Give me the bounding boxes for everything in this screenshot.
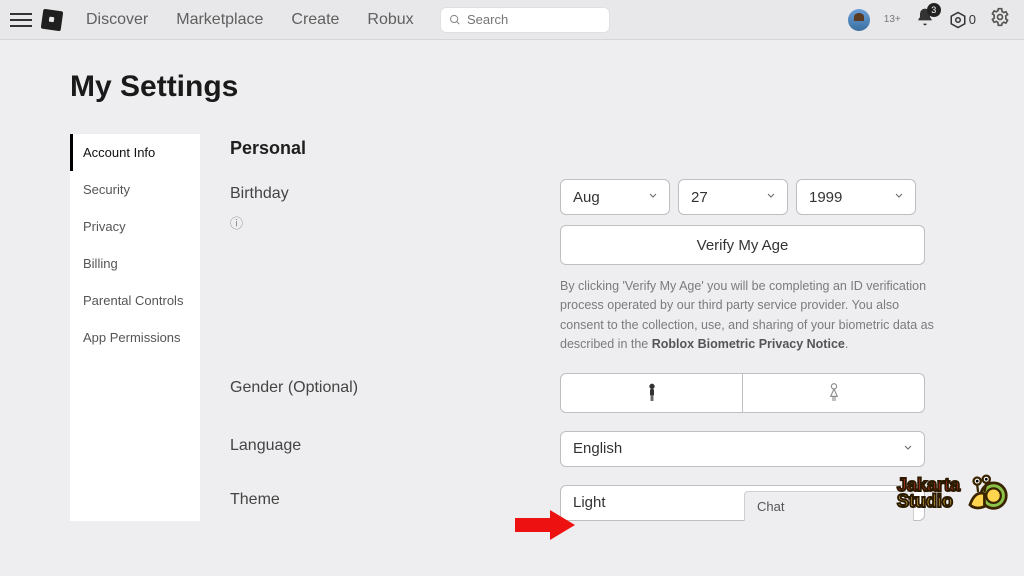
- age-badge: 13+: [884, 14, 901, 25]
- birthday-month-value: Aug: [573, 189, 600, 206]
- notifications-button[interactable]: 3: [915, 7, 935, 32]
- nav-discover[interactable]: Discover: [86, 11, 148, 29]
- section-title-personal: Personal: [230, 138, 954, 159]
- verify-age-button[interactable]: Verify My Age: [560, 225, 925, 265]
- chevron-down-icon: [765, 189, 777, 206]
- birthday-year-select[interactable]: 1999: [796, 179, 916, 215]
- menu-icon[interactable]: [10, 9, 32, 31]
- settings-button[interactable]: [990, 7, 1010, 32]
- disclaimer-post: .: [845, 337, 848, 351]
- sidebar-item-account-info[interactable]: Account Info: [70, 134, 200, 171]
- top-nav: Discover Marketplace Create Robux 13+ 3 …: [0, 0, 1024, 40]
- gender-toggle: [560, 373, 925, 413]
- nav-right: 13+ 3 0: [848, 7, 1010, 32]
- watermark-line2: Studio: [897, 493, 960, 509]
- page-title: My Settings: [70, 70, 954, 104]
- logo-icon[interactable]: [41, 8, 64, 31]
- verify-disclaimer: By clicking 'Verify My Age' you will be …: [560, 277, 940, 355]
- chat-tab[interactable]: Chat: [744, 491, 914, 521]
- nav-links: Discover Marketplace Create Robux: [86, 11, 414, 29]
- watermark: Jakarta Studio: [897, 472, 1012, 514]
- male-icon: [644, 383, 660, 403]
- birthday-day-select[interactable]: 27: [678, 179, 788, 215]
- female-icon: [826, 383, 842, 403]
- gender-male-button[interactable]: [561, 374, 742, 412]
- language-value: English: [573, 440, 622, 457]
- search-box[interactable]: [440, 7, 610, 33]
- gender-female-button[interactable]: [742, 374, 924, 412]
- label-language: Language: [230, 437, 301, 454]
- page: My Settings Account Info Security Privac…: [0, 40, 1024, 521]
- settings-sidebar: Account Info Security Privacy Billing Pa…: [70, 134, 200, 521]
- sidebar-item-privacy[interactable]: Privacy: [70, 208, 200, 245]
- chevron-down-icon: [902, 440, 914, 457]
- annotation-arrow: [515, 510, 575, 545]
- avatar[interactable]: [848, 9, 870, 31]
- robux-balance[interactable]: 0: [949, 11, 976, 29]
- biometric-privacy-link[interactable]: Roblox Biometric Privacy Notice: [652, 337, 845, 351]
- search-icon: [449, 13, 461, 27]
- nav-create[interactable]: Create: [291, 11, 339, 29]
- nav-marketplace[interactable]: Marketplace: [176, 11, 263, 29]
- birthday-month-select[interactable]: Aug: [560, 179, 670, 215]
- sidebar-item-security[interactable]: Security: [70, 171, 200, 208]
- robux-count: 0: [969, 12, 976, 27]
- nav-robux[interactable]: Robux: [367, 11, 413, 29]
- row-gender: Gender (Optional): [230, 373, 954, 413]
- chevron-down-icon: [893, 189, 905, 206]
- birthday-day-value: 27: [691, 189, 708, 206]
- sidebar-item-parental-controls[interactable]: Parental Controls: [70, 282, 200, 319]
- sidebar-item-billing[interactable]: Billing: [70, 245, 200, 282]
- language-select[interactable]: English: [560, 431, 925, 467]
- row-birthday: Birthday ⓘ Aug 27 1999: [230, 179, 954, 355]
- help-icon[interactable]: ⓘ: [230, 213, 560, 232]
- birthday-year-value: 1999: [809, 189, 842, 206]
- label-gender: Gender (Optional): [230, 379, 358, 396]
- robux-icon: [949, 11, 967, 29]
- row-language: Language English: [230, 431, 954, 467]
- notif-count-badge: 3: [927, 3, 941, 17]
- settings-main: Personal Birthday ⓘ Aug 27: [230, 134, 954, 521]
- label-birthday: Birthday: [230, 185, 289, 202]
- gear-icon: [990, 7, 1010, 27]
- snail-icon: [966, 472, 1012, 514]
- search-input[interactable]: [467, 12, 601, 27]
- sidebar-item-app-permissions[interactable]: App Permissions: [70, 319, 200, 356]
- theme-value: Light: [573, 494, 606, 511]
- chevron-down-icon: [647, 189, 659, 206]
- label-theme: Theme: [230, 491, 280, 508]
